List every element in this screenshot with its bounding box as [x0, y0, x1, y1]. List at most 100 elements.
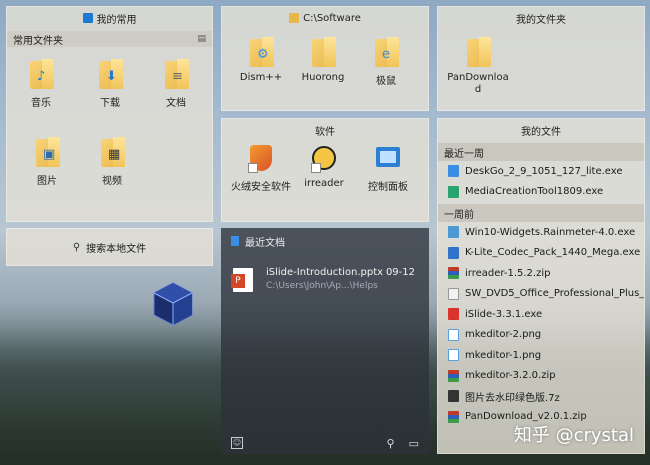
file-name: 图片去水印绿色版.7z	[465, 392, 560, 404]
software-path-header: C:\Software	[222, 7, 428, 29]
folder-documents[interactable]: ≡ 文档	[146, 59, 206, 109]
folder-downloads[interactable]: ⬇ 下载	[80, 59, 140, 109]
folder-huorong[interactable]: Huorong	[293, 37, 353, 83]
file-name: SW_DVD5_Office_Professional_Plus_2...	[465, 288, 644, 300]
pictures-folder-icon: ▣	[34, 137, 60, 167]
user-icon[interactable]: ☺	[231, 437, 243, 449]
music-folder-icon: ♪	[28, 59, 54, 89]
search-icon[interactable]: ⚲	[387, 437, 395, 450]
file-name: iSlide-3.3.1.exe	[465, 308, 543, 320]
search-local-files-label: 搜索本地文件	[86, 243, 147, 255]
file-row[interactable]: iSlide-3.3.1.exe	[438, 304, 644, 325]
file-row[interactable]: K-Lite_Codec_Pack_1440_Mega.exe	[438, 243, 644, 264]
folder-jishu-label: 极鼠	[376, 76, 396, 87]
app-control-panel[interactable]: 控制面板	[358, 145, 418, 193]
recent-doc-name: iSlide-Introduction.pptx	[266, 267, 384, 278]
folder-dism-label: Dism++	[239, 72, 283, 83]
software-path-panel: C:\Software ⚙ Dism++ Huorong e 极鼠	[221, 6, 429, 111]
zip-file-icon	[448, 369, 459, 382]
week-ago-label: 一周前	[444, 209, 474, 221]
folder-downloads-label: 下载	[100, 98, 120, 109]
my-files-header: 我的文件	[438, 119, 644, 141]
file-row[interactable]: mkeditor-1.png	[438, 345, 644, 366]
software-panel: 软件 火绒安全软件 irreader 控制面板	[221, 118, 429, 222]
file-name: mkeditor-1.png	[465, 349, 542, 361]
software-header: 软件	[222, 119, 428, 141]
file-row[interactable]: mkeditor-3.2.0.zip	[438, 366, 644, 387]
file-row[interactable]: DeskGo_2_9_1051_127_lite.exe	[438, 161, 644, 182]
exe-file-icon	[448, 246, 459, 259]
iso-file-icon	[448, 287, 459, 300]
png-file-icon	[448, 328, 459, 341]
folder-documents-label: 文档	[166, 98, 186, 109]
file-row[interactable]: MediaCreationTool1809.exe	[438, 182, 644, 203]
app-control-panel-label: 控制面板	[368, 182, 408, 193]
recent-week-header: 最近一周	[438, 143, 644, 161]
recent-docs-icon	[231, 236, 239, 246]
folder-pictures-label: 图片	[37, 176, 57, 187]
common-folders-label: 常用文件夹	[13, 35, 63, 47]
folder-pictures[interactable]: ▣ 图片	[17, 137, 77, 187]
folder-jishu[interactable]: e 极鼠	[356, 37, 416, 87]
favorites-title: 我的常用	[96, 14, 137, 26]
search-panel[interactable]: ⚲ 搜索本地文件	[6, 228, 213, 266]
7z-file-icon	[448, 390, 459, 403]
search-icon: ⚲	[72, 241, 81, 253]
folder-videos-label: 视频	[102, 176, 122, 187]
app-huorong-label: 火绒安全软件	[231, 182, 291, 193]
layout-toggle-icon[interactable]: ▤	[197, 34, 206, 44]
recent-docs-panel: 最近文档 P iSlide-Introduction.pptx 09-12 C:…	[221, 228, 429, 454]
png-file-icon	[448, 349, 459, 362]
favorites-icon	[82, 13, 93, 23]
recent-docs-header: 最近文档	[221, 228, 429, 254]
folder-dism[interactable]: ⚙ Dism++	[231, 37, 291, 83]
folder-pandownload[interactable]: PanDownload	[446, 37, 510, 96]
recent-week-label: 最近一周	[444, 148, 484, 160]
app-irreader-label: irreader	[304, 178, 344, 189]
chat-icon[interactable]: ▭	[409, 437, 419, 450]
folder-small-icon	[289, 13, 300, 23]
recent-doc-date: 09-12	[385, 267, 415, 278]
huorong-shield-icon	[248, 145, 274, 173]
my-folders-header: 我的文件夹	[438, 7, 644, 29]
folder-videos[interactable]: ▦ 视频	[82, 137, 142, 187]
file-name: MediaCreationTool1809.exe	[465, 186, 604, 198]
my-folders-title: 我的文件夹	[516, 14, 566, 26]
folder-pandownload-label: PanDownload	[447, 72, 509, 95]
file-row[interactable]: mkeditor-2.png	[438, 325, 644, 346]
exe-file-icon	[448, 165, 459, 178]
file-name: K-Lite_Codec_Pack_1440_Mega.exe	[465, 247, 641, 259]
recent-doc-item[interactable]: P iSlide-Introduction.pptx 09-12 C:\User…	[231, 266, 421, 296]
favorites-panel-header: 我的常用	[7, 7, 212, 29]
software-path-title: C:\Software	[303, 12, 361, 24]
favorites-panel: 我的常用 常用文件夹 ▤ ♪ 音乐 ⬇ 下载 ≡ 文档 ▣ 图片 ▦ 视频	[6, 6, 213, 222]
recent-doc-path: C:\Users\John\Ap...\Helps	[266, 281, 378, 291]
folder-music-label: 音乐	[31, 98, 51, 109]
file-name: DeskGo_2_9_1051_127_lite.exe	[465, 165, 623, 177]
folder-music[interactable]: ♪ 音乐	[11, 59, 71, 109]
file-row[interactable]: irreader-1.5.2.zip	[438, 263, 644, 284]
irreader-icon	[311, 145, 337, 173]
videos-folder-icon: ▦	[99, 137, 125, 167]
week-ago-header: 一周前	[438, 204, 644, 222]
file-row[interactable]: 图片去水印绿色版.7z	[438, 386, 644, 407]
my-files-panel: 我的文件 最近一周 DeskGo_2_9_1051_127_lite.exe M…	[437, 118, 645, 454]
download-folder-icon: ⬇	[97, 59, 123, 89]
my-files-title: 我的文件	[521, 126, 561, 138]
zip-file-icon	[448, 410, 459, 423]
app-cube-logo	[152, 281, 194, 327]
control-panel-icon	[375, 145, 401, 173]
recent-docs-title: 最近文档	[245, 237, 285, 249]
app-irreader[interactable]: irreader	[294, 145, 354, 189]
exe-file-icon	[448, 308, 459, 321]
file-name: mkeditor-3.2.0.zip	[465, 370, 556, 382]
software-title: 软件	[315, 126, 335, 138]
folder-huorong-label: Huorong	[301, 72, 345, 83]
my-folders-panel: 我的文件夹 PanDownload	[437, 6, 645, 111]
app-huorong[interactable]: 火绒安全软件	[226, 145, 296, 193]
exe-file-icon	[448, 185, 459, 198]
file-row[interactable]: SW_DVD5_Office_Professional_Plus_2...	[438, 284, 644, 305]
file-row[interactable]: Win10-Widgets.Rainmeter-4.0.exe	[438, 222, 644, 243]
jishu-folder-icon: e	[373, 37, 399, 67]
watermark: 知乎 @crystal	[513, 425, 634, 446]
